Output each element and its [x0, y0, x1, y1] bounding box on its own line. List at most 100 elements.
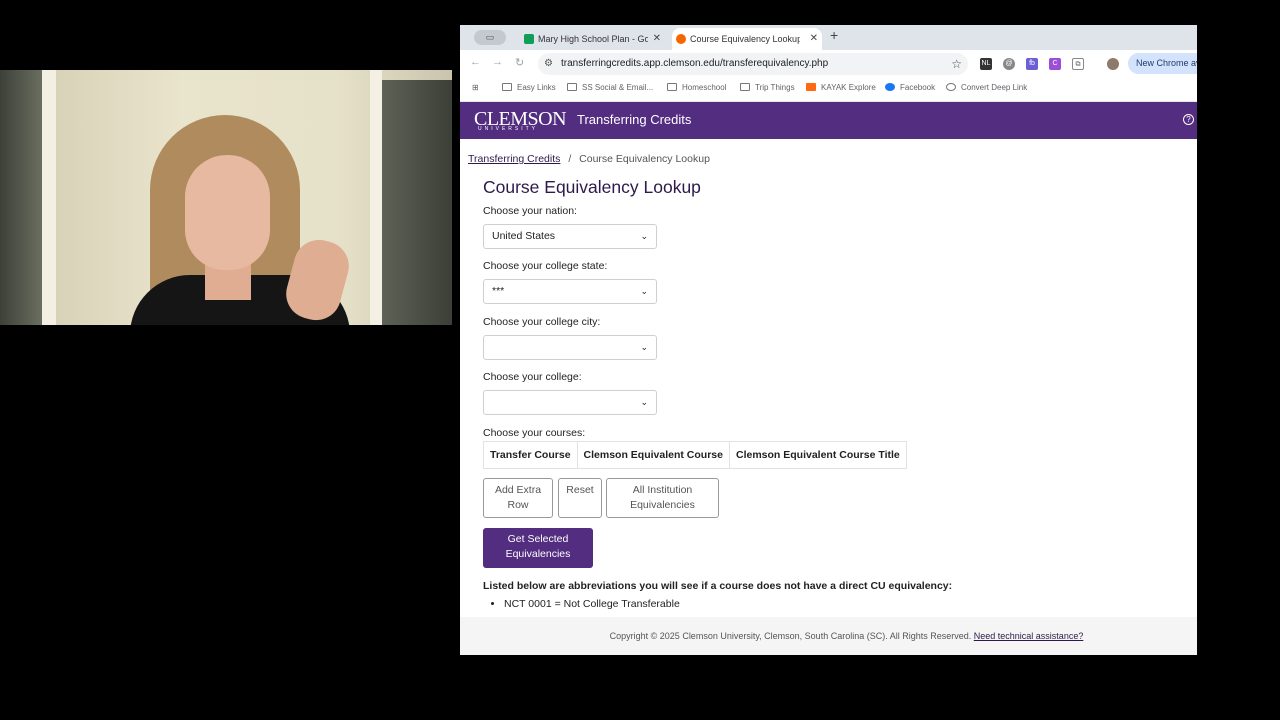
- apps-grid-icon[interactable]: ⊞: [472, 83, 479, 92]
- extension-swirl-icon[interactable]: @: [1003, 58, 1015, 70]
- page-footer: Copyright © 2025 Clemson University, Cle…: [460, 617, 1197, 655]
- college-select[interactable]: ⌄: [483, 390, 657, 415]
- city-label: Choose your college city:: [483, 316, 601, 328]
- tab-title: Mary High School Plan - Goo: [538, 34, 648, 44]
- webcam-window-frame-right: [370, 70, 382, 325]
- button-label-line2: Row: [507, 499, 529, 511]
- state-select[interactable]: *** ⌄: [483, 279, 657, 304]
- courses-table: Transfer Course Clemson Equivalent Cours…: [483, 441, 907, 469]
- bookmark-trip-things[interactable]: Trip Things: [740, 83, 795, 92]
- courses-table-header-row: Transfer Course Clemson Equivalent Cours…: [483, 441, 907, 469]
- chevron-down-icon: ⌄: [640, 342, 648, 352]
- city-select[interactable]: ⌄: [483, 335, 657, 360]
- button-label-line1: Get Selected: [507, 533, 569, 545]
- button-label-line1: Add Extra: [494, 484, 542, 496]
- bookmark-label: SS Social & Email...: [582, 83, 654, 92]
- nation-selected-value: United States: [492, 230, 556, 242]
- url-text: transferringcredits.app.clemson.edu/tran…: [561, 58, 829, 69]
- tab-course-equivalency-lookup[interactable]: Course Equivalency Lookup ✕: [672, 28, 822, 50]
- extension-fb-icon[interactable]: fb: [1026, 58, 1038, 70]
- clemson-logo-subtitle: UNIVERSITY: [478, 126, 539, 132]
- get-selected-equivalencies-button[interactable]: Get Selected Equivalencies: [483, 528, 593, 568]
- address-bar[interactable]: ⚙ transferringcredits.app.clemson.edu/tr…: [538, 53, 968, 75]
- forward-arrow-icon[interactable]: →: [492, 56, 503, 68]
- facebook-icon: [885, 83, 895, 91]
- abbreviations-note: Listed below are abbreviations you will …: [483, 580, 953, 592]
- profile-avatar[interactable]: [1107, 58, 1119, 70]
- bookmark-star-icon[interactable]: ☆: [951, 53, 962, 75]
- add-extra-row-button[interactable]: Add Extra Row: [483, 478, 553, 518]
- button-label-line2: Equivalencies: [505, 548, 571, 560]
- bookmark-ss-social[interactable]: SS Social & Email...: [567, 83, 653, 92]
- tab-search-icon[interactable]: ▭: [474, 30, 506, 45]
- reload-icon[interactable]: ↻: [515, 56, 524, 69]
- sheets-favicon-icon: [524, 34, 534, 44]
- browser-window: ▭ Mary High School Plan - Goo ✕ Course E…: [460, 25, 1197, 655]
- bookmark-kayak-explore[interactable]: KAYAK Explore: [806, 83, 876, 92]
- nation-select[interactable]: United States ⌄: [483, 224, 657, 249]
- extension-c-icon[interactable]: C: [1049, 58, 1061, 70]
- kayak-icon: [806, 83, 816, 91]
- globe-icon: [946, 83, 956, 91]
- button-label-line2: Equivalencies: [630, 499, 695, 511]
- new-chrome-available-button[interactable]: New Chrome av: [1128, 53, 1197, 74]
- bookmark-label: KAYAK Explore: [821, 83, 876, 92]
- breadcrumb-link-transferring-credits[interactable]: Transferring Credits: [468, 153, 560, 165]
- extension-nl-icon[interactable]: NL: [980, 58, 992, 70]
- bookmark-label: Easy Links: [517, 83, 556, 92]
- site-header-banner: CLEMSON UNIVERSITY Transferring Credits …: [460, 102, 1197, 139]
- bookmarks-bar: ⊞ Easy Links SS Social & Email... Homesc…: [460, 78, 1197, 102]
- breadcrumb: Transferring Credits / Course Equivalenc…: [468, 153, 710, 165]
- main-content: Transferring Credits / Course Equivalenc…: [460, 139, 1197, 617]
- bookmark-label: Homeschool: [682, 83, 727, 92]
- footer-copyright: Copyright © 2025 Clemson University, Cle…: [609, 631, 972, 641]
- reset-button[interactable]: Reset: [558, 478, 602, 518]
- button-label-line1: All Institution: [632, 484, 693, 496]
- webcam-video: [0, 70, 452, 325]
- col-clemson-equivalent-course: Clemson Equivalent Course: [576, 441, 730, 469]
- breadcrumb-current: Course Equivalency Lookup: [579, 153, 710, 165]
- site-title[interactable]: Transferring Credits: [577, 112, 691, 127]
- clemson-paw-favicon-icon: [676, 34, 686, 44]
- state-selected-value: ***: [492, 285, 505, 297]
- bookmark-label: Trip Things: [755, 83, 795, 92]
- col-clemson-equivalent-title: Clemson Equivalent Course Title: [728, 441, 907, 469]
- tab-bar: ▭ Mary High School Plan - Goo ✕ Course E…: [460, 25, 1197, 50]
- webcam-window-frame-left: [42, 70, 56, 325]
- new-tab-plus-icon[interactable]: +: [830, 27, 838, 43]
- button-label: Reset: [566, 484, 594, 496]
- chevron-down-icon: ⌄: [640, 231, 648, 241]
- courses-label: Choose your courses:: [483, 427, 586, 439]
- webcam-curtain-right: [382, 80, 452, 325]
- list-item: NCT 0001 = Not College Transferable: [504, 598, 680, 610]
- all-institution-equivalencies-button[interactable]: All Institution Equivalencies: [606, 478, 719, 518]
- bookmark-easy-links[interactable]: Easy Links: [502, 83, 556, 92]
- webcam-person-face: [185, 155, 270, 270]
- bookmark-homeschool[interactable]: Homeschool: [667, 83, 726, 92]
- col-transfer-course: Transfer Course: [483, 441, 578, 469]
- bookmark-label: Convert Deep Link: [961, 83, 1028, 92]
- site-info-icon[interactable]: ⚙: [544, 53, 553, 75]
- bookmark-facebook[interactable]: Facebook: [885, 83, 935, 92]
- page-title: Course Equivalency Lookup: [483, 177, 701, 197]
- chevron-down-icon: ⌄: [640, 397, 648, 407]
- technical-assistance-link[interactable]: Need technical assistance?: [974, 631, 1084, 641]
- bookmark-convert-deep-link[interactable]: Convert Deep Link: [946, 83, 1027, 92]
- close-icon[interactable]: ✕: [653, 28, 661, 50]
- breadcrumb-separator: /: [568, 153, 572, 165]
- help-icon[interactable]: ?: [1183, 114, 1194, 125]
- close-icon[interactable]: ✕: [810, 28, 818, 50]
- bookmark-label: Facebook: [900, 83, 936, 92]
- tab-title: Course Equivalency Lookup: [690, 34, 800, 44]
- nation-label: Choose your nation:: [483, 205, 577, 217]
- abbreviations-list: NCT 0001 = Not College Transferable: [494, 598, 680, 614]
- folder-icon: [567, 83, 577, 91]
- extensions-puzzle-icon[interactable]: ⧉: [1072, 58, 1084, 70]
- folder-icon: [740, 83, 750, 91]
- chevron-down-icon: ⌄: [640, 286, 648, 296]
- webcam-curtain-left: [0, 70, 42, 325]
- back-arrow-icon[interactable]: ←: [470, 56, 481, 68]
- tab-mary-high-school-plan[interactable]: Mary High School Plan - Goo ✕: [520, 28, 665, 50]
- folder-icon: [667, 83, 677, 91]
- state-label: Choose your college state:: [483, 260, 608, 272]
